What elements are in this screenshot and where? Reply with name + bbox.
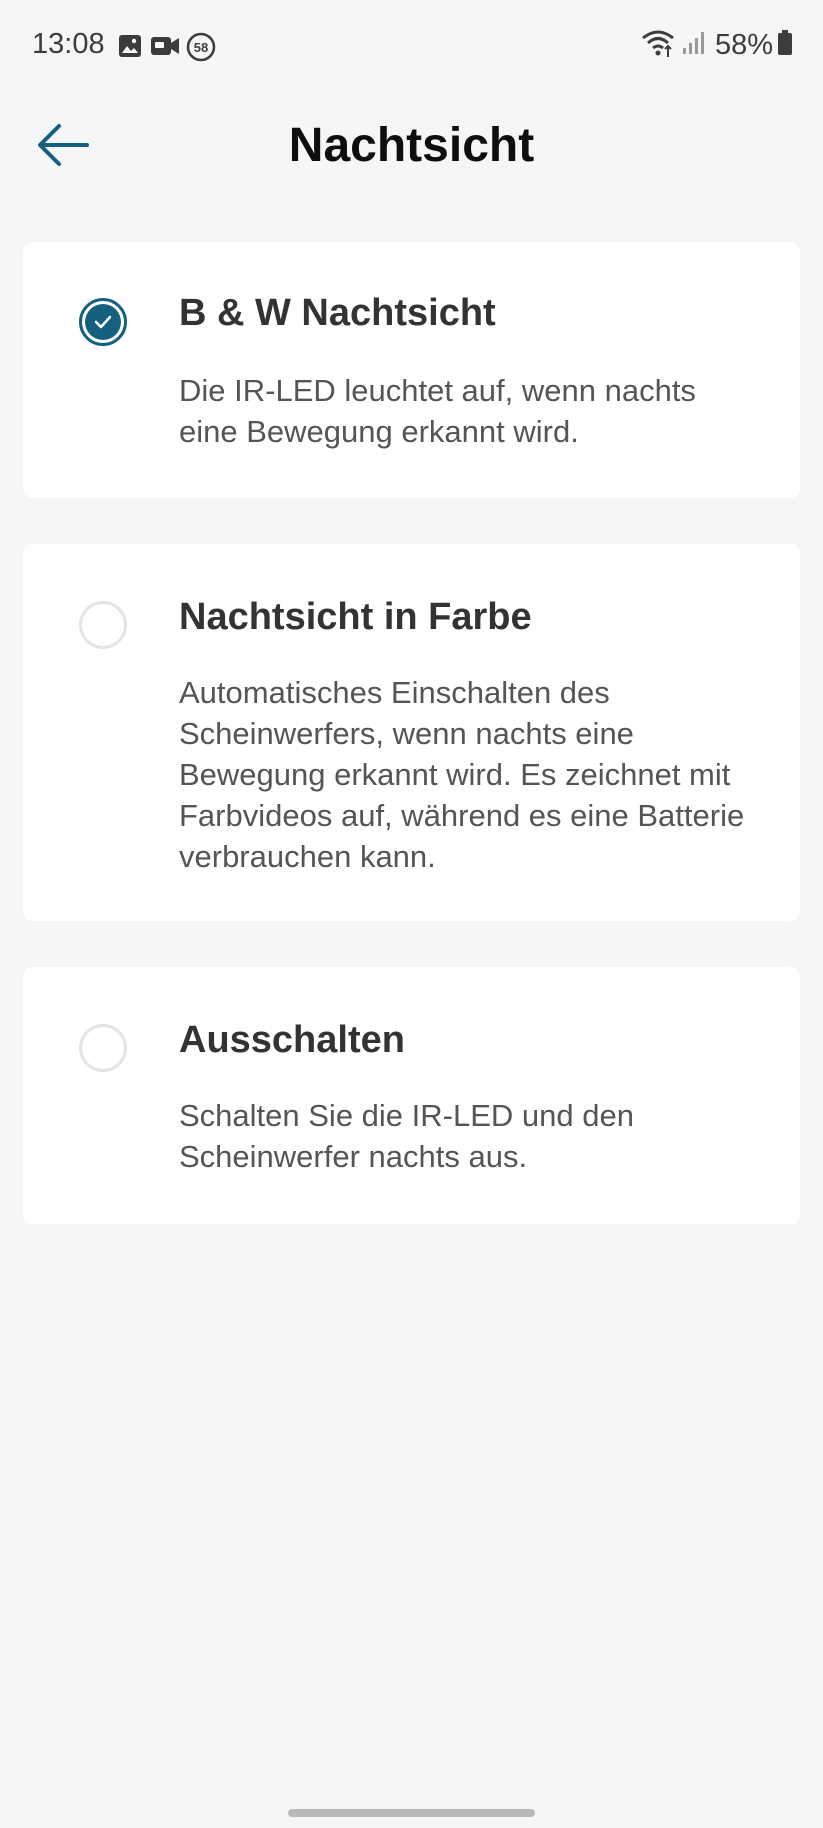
video-badge-icon <box>150 34 180 63</box>
app-header: Nachtsicht <box>0 92 823 212</box>
night-vision-screen: 13:08 58 58% Nachtsicht B & W Nachtsicht… <box>0 0 823 1828</box>
gallery-icon <box>118 34 142 63</box>
option-card-bw-night-vision[interactable]: B & W Nachtsicht Die IR-LED leuchtet auf… <box>23 242 800 498</box>
radio-button[interactable] <box>79 601 127 649</box>
option-card-turn-off[interactable]: Ausschalten Schalten Sie die IR-LED und … <box>23 967 800 1224</box>
check-icon <box>94 315 112 329</box>
option-title: Nachtsicht in Farbe <box>179 596 532 638</box>
option-card-color-night-vision[interactable]: Nachtsicht in Farbe Automatisches Einsch… <box>23 544 800 921</box>
option-description: Automatisches Einschalten des Scheinwerf… <box>179 675 745 874</box>
battery-percent: 58% <box>714 29 773 61</box>
option-description: Schalten Sie die IR-LED und den Scheinwe… <box>179 1098 634 1174</box>
signal-icon <box>681 30 707 61</box>
battery-icon <box>777 30 793 61</box>
badge-58-icon: 58 <box>186 32 216 67</box>
radio-button[interactable] <box>79 1024 127 1072</box>
page-title: Nachtsicht <box>288 119 535 172</box>
home-indicator[interactable] <box>288 1809 535 1817</box>
option-title: B & W Nachtsicht <box>179 292 496 334</box>
radio-button-selected[interactable] <box>79 298 127 346</box>
status-time: 13:08 <box>32 28 105 60</box>
status-right: 58% <box>641 28 793 63</box>
option-title: Ausschalten <box>179 1019 405 1061</box>
wifi-icon <box>641 28 677 63</box>
status-bar: 13:08 58 58% <box>0 0 823 92</box>
option-description: Die IR-LED leuchtet auf, wenn nachts ein… <box>179 373 696 449</box>
svg-text:58: 58 <box>194 40 208 55</box>
